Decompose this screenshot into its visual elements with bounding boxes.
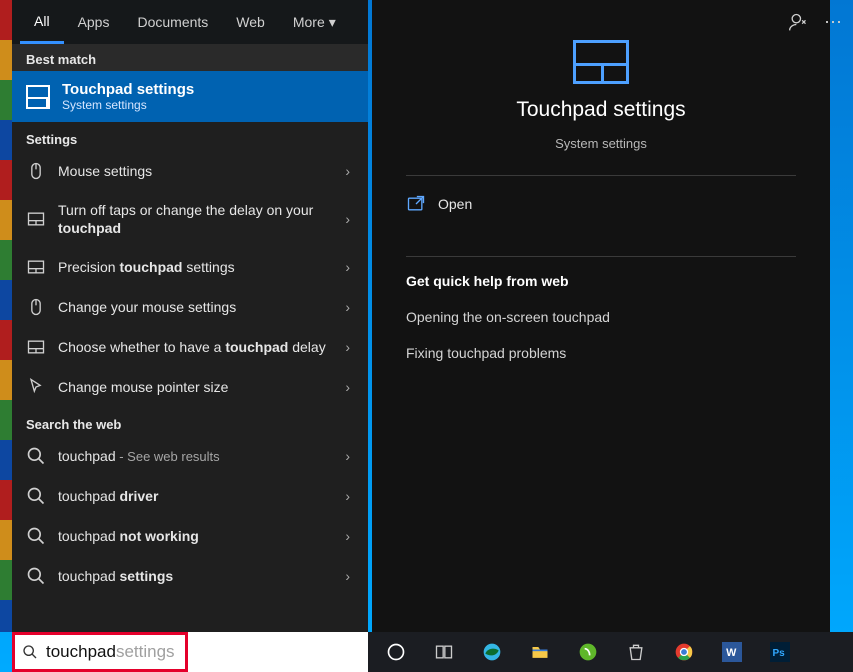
chevron-right-icon: › [341,528,354,544]
chevron-right-icon: › [341,299,354,315]
best-match-text: Touchpad settings System settings [62,81,194,112]
web-search-item[interactable]: touchpad settings › [12,556,368,596]
settings-item[interactable]: Precision touchpad settings › [12,247,368,287]
settings-item[interactable]: Change your mouse settings › [12,287,368,327]
tab-all[interactable]: All [20,0,64,44]
settings-item[interactable]: Mouse settings › [12,151,368,191]
web-search-item[interactable]: touchpad driver › [12,476,368,516]
search-icon [26,486,46,506]
web-item-label: touchpad not working [58,527,329,545]
settings-list: Mouse settings › Turn off taps or change t… [12,151,368,407]
chevron-right-icon: › [341,163,354,179]
open-icon [406,194,426,214]
svg-text:W: W [726,647,737,659]
open-action[interactable]: Open [406,176,796,232]
edge-icon[interactable] [468,632,516,672]
settings-header: Settings [12,122,368,151]
help-link[interactable]: Opening the on-screen touchpad [406,299,796,335]
web-item-label: touchpad - See web results [58,447,329,466]
settings-item-label: Precision touchpad settings [58,258,329,276]
word-icon[interactable]: W [708,632,756,672]
photoshop-icon[interactable]: Ps [756,632,804,672]
more-options-icon[interactable]: ⋯ [824,12,842,33]
mouse-icon [26,161,46,181]
preview-title: Touchpad settings [516,98,685,122]
search-icon [26,526,46,546]
settings-item-label: Turn off taps or change the delay on you… [58,201,329,237]
best-match-subtitle: System settings [62,98,194,112]
feedback-icon[interactable] [788,12,808,32]
settings-item-label: Change your mouse settings [58,298,329,316]
file-explorer-icon[interactable] [516,632,564,672]
best-match-title: Touchpad settings [62,81,194,98]
web-search-item[interactable]: touchpad not working › [12,516,368,556]
pointer-icon [26,377,46,397]
tab-apps[interactable]: Apps [64,0,124,44]
search-web-header: Search the web [12,407,368,436]
svg-text:Ps: Ps [773,648,786,659]
web-item-label: touchpad settings [58,567,329,585]
chevron-right-icon: › [341,339,354,355]
tab-more[interactable]: More ▾ [279,0,350,44]
green-app-icon[interactable] [564,632,612,672]
search-panel-top-right: ⋯ [790,0,850,44]
chevron-right-icon: › [341,568,354,584]
tab-documents[interactable]: Documents [123,0,222,44]
web-list: touchpad - See web results›touchpad driv… [12,436,368,596]
desktop-left-edge [0,0,12,632]
chevron-right-icon: › [341,211,354,227]
web-search-item[interactable]: touchpad - See web results › [12,436,368,476]
open-label: Open [438,196,472,212]
preview-subtitle: System settings [555,136,647,151]
chevron-right-icon: › [341,379,354,395]
taskbar: W Ps [368,632,853,672]
settings-item-label: Change mouse pointer size [58,378,329,396]
mouse-icon [26,297,46,317]
search-scope-tabs: All Apps Documents Web More ▾ [12,0,368,44]
quick-help-header: Get quick help from web [406,257,796,299]
help-link[interactable]: Fixing touchpad problems [406,335,796,371]
chevron-down-icon: ▾ [329,14,336,31]
settings-item-label: Choose whether to have a touchpad delay [58,338,329,356]
settings-item[interactable]: Change mouse pointer size › [12,367,368,407]
recycle-bin-icon[interactable] [612,632,660,672]
settings-item-label: Mouse settings [58,162,329,180]
chevron-right-icon: › [341,259,354,275]
touchpad-icon [26,337,46,357]
search-icon [26,446,46,466]
tab-web[interactable]: Web [222,0,279,44]
touchpad-icon [26,209,46,229]
tab-more-label: More [293,14,325,30]
settings-item[interactable]: Choose whether to have a touchpad delay › [12,327,368,367]
preview-panel: Touchpad settings System settings Open G… [372,0,830,632]
best-match-header: Best match [12,44,368,71]
chevron-right-icon: › [341,488,354,504]
web-item-label: touchpad driver [58,487,329,505]
settings-item[interactable]: Turn off taps or change the delay on you… [12,191,368,247]
chevron-right-icon: › [341,448,354,464]
best-match-item[interactable]: Touchpad settings System settings [12,71,368,122]
search-box[interactable]: touchpad settings [12,632,368,672]
search-icon [26,566,46,586]
chrome-icon[interactable] [660,632,708,672]
touchpad-large-icon [573,40,629,84]
touchpad-icon [26,257,46,277]
touchpad-icon [26,85,50,109]
cortana-icon[interactable] [372,632,420,672]
search-results-panel: All Apps Documents Web More ▾ Best match… [12,0,368,632]
task-view-icon[interactable] [420,632,468,672]
